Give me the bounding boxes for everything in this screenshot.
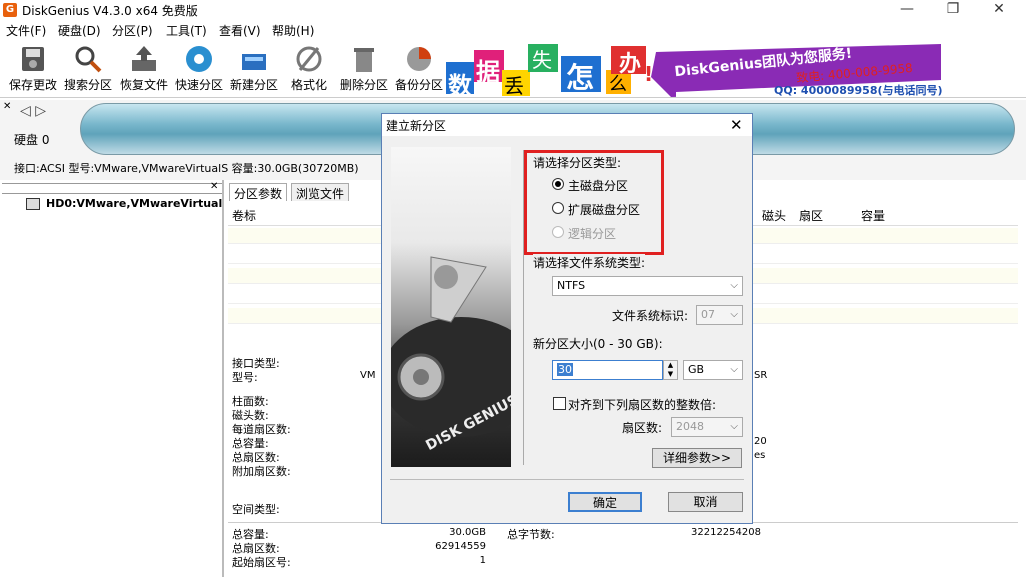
detail-total-bytes: 总字节数: xyxy=(507,528,555,541)
fs-id-value: 07 xyxy=(701,308,715,321)
detail-start-sector-value: 1 xyxy=(479,555,486,566)
partition-size-value: 30 xyxy=(557,363,573,376)
advanced-params-button[interactable]: 详细参数>> xyxy=(652,448,742,468)
minimize-button[interactable]: — xyxy=(884,0,930,20)
backup-partition-button[interactable]: 备份分区 xyxy=(391,44,447,96)
trash-icon xyxy=(354,48,374,72)
disk-genius-hdd-image: DISK GENIUS xyxy=(391,147,511,467)
backup-icon xyxy=(407,47,431,71)
detail-capacity2-value: 30.0GB xyxy=(449,527,486,538)
ad-char: ! xyxy=(644,62,654,86)
ad-char: 办 xyxy=(619,52,642,77)
save-disk-icon xyxy=(22,47,44,71)
detail-model-suffix: SR xyxy=(754,370,768,381)
detail-space-type: 空间类型: xyxy=(232,503,280,516)
close-button[interactable]: ✕ xyxy=(976,0,1022,20)
format-icon xyxy=(296,46,322,72)
fs-type-value: NTFS xyxy=(557,279,586,292)
ad-qq: QQ: 4000089958(与电话同号) xyxy=(774,84,943,97)
fs-type-select[interactable]: NTFS ⌵ xyxy=(552,276,743,296)
tree-item-hd0[interactable]: HD0:VMware,VMwareVirtualS xyxy=(46,197,222,210)
menu-bar xyxy=(0,20,1026,40)
quick-partition-icon xyxy=(186,46,212,72)
tab-browse-files[interactable]: 浏览文件 xyxy=(291,183,350,201)
chevron-down-icon: ⌵ xyxy=(730,364,738,375)
detail-start-sector: 起始扇区号: xyxy=(232,556,291,569)
menu-partition[interactable]: 分区(P) xyxy=(112,22,153,39)
maximize-button[interactable]: ❐ xyxy=(930,0,976,20)
ad-char: 据 xyxy=(476,58,500,86)
size-unit-value: GB xyxy=(688,363,705,376)
app-logo-icon: G xyxy=(3,3,17,17)
align-label[interactable]: 对齐到下列扇区数的整数倍: xyxy=(568,396,716,413)
disk-label: 硬盘 0 xyxy=(14,133,50,147)
size-spinner[interactable]: ▲ ▼ xyxy=(663,360,678,380)
menu-disk[interactable]: 硬盘(D) xyxy=(58,22,101,39)
chevron-down-icon: ⌵ xyxy=(730,309,738,320)
ad-char: 丢 xyxy=(504,74,524,97)
hard-disk-icon xyxy=(26,198,40,210)
menu-tools[interactable]: 工具(T) xyxy=(166,22,207,39)
window-title: DiskGenius V4.3.0 x64 免费版 xyxy=(22,4,198,18)
ok-button[interactable]: 确定 xyxy=(568,492,642,512)
tab-partition-params[interactable]: 分区参数 xyxy=(229,183,288,201)
cancel-button[interactable]: 取消 xyxy=(668,492,743,512)
detail-capacity-suffix: 20 xyxy=(754,436,767,447)
ad-char: 怎 xyxy=(566,61,595,94)
close-panel-icon[interactable]: ✕ xyxy=(3,101,11,112)
ad-banner[interactable]: 数 据 丢 失 怎 么 办 ! DiskGenius团队为您服务! 致电: 40… xyxy=(446,42,946,97)
partition-size-input[interactable]: 30 xyxy=(552,360,663,380)
col-volume-label: 卷标 xyxy=(232,209,257,223)
recover-files-icon xyxy=(132,46,156,71)
col-sectors: 扇区 xyxy=(799,209,824,223)
col-capacity: 容量 xyxy=(861,209,886,223)
ad-char: 数 xyxy=(448,72,472,97)
sector-count-select: 2048 ⌵ xyxy=(671,417,743,437)
menu-view[interactable]: 查看(V) xyxy=(219,22,261,39)
dialog-title: 建立新分区 xyxy=(386,119,447,133)
dialog-footer-divider xyxy=(390,479,744,480)
menu-file[interactable]: 文件(F) xyxy=(6,22,46,39)
detail-total-sectors2-value: 62914559 xyxy=(435,541,486,552)
fs-id-select: 07 ⌵ xyxy=(696,305,743,325)
sector-count-label: 扇区数: xyxy=(622,421,663,435)
col-heads: 磁头 xyxy=(762,209,787,223)
detail-model: 型号: xyxy=(232,371,258,384)
align-checkbox[interactable] xyxy=(553,397,566,410)
fs-id-label: 文件系统标识: xyxy=(612,309,689,323)
highlight-box xyxy=(524,150,664,255)
chevron-down-icon: ⌵ xyxy=(730,280,738,291)
detail-total-sectors-suffix: es xyxy=(754,450,766,461)
disk-nav-arrows-icon[interactable]: ◁ ▷ xyxy=(20,103,46,119)
ad-char: 失 xyxy=(532,48,552,72)
chevron-down-icon: ⌵ xyxy=(730,421,738,432)
fs-type-label: 请选择文件系统类型: xyxy=(533,254,646,271)
disk-info: 接口:ACSI 型号:VMware,VMwareVirtualS 容量:30.0… xyxy=(14,162,359,175)
detail-total-bytes-value: 32212254208 xyxy=(691,527,761,538)
tree-header xyxy=(2,183,222,194)
partition-size-label: 新分区大小(0 - 30 GB): xyxy=(533,337,663,351)
new-partition-icon xyxy=(242,54,266,70)
dialog-close-button[interactable]: ✕ xyxy=(730,116,743,134)
toolbar-label: 备份分区 xyxy=(394,78,443,92)
detail-extra-sectors: 附加扇区数: xyxy=(232,465,291,478)
sector-count-value: 2048 xyxy=(676,420,704,433)
magnifier-icon xyxy=(75,46,102,73)
detail-model-value: VM xyxy=(360,370,376,381)
size-unit-select[interactable]: GB ⌵ xyxy=(683,360,743,380)
disk-tree-panel xyxy=(0,180,224,577)
close-tree-icon[interactable]: ✕ xyxy=(210,181,218,192)
menu-help[interactable]: 帮助(H) xyxy=(272,22,314,39)
